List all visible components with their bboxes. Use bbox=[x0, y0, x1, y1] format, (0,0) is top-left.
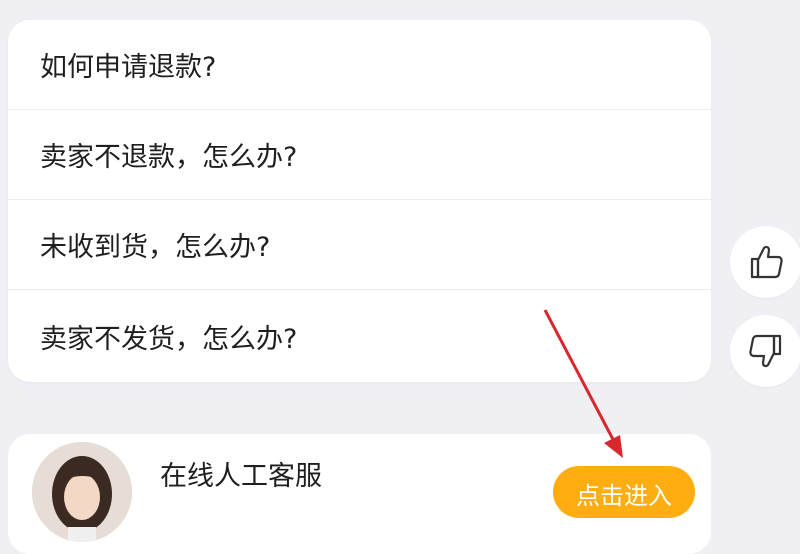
faq-item-not-shipped[interactable]: 卖家不发货，怎么办? bbox=[8, 290, 711, 382]
enter-service-button[interactable]: 点击进入 bbox=[553, 466, 695, 518]
faq-item-refund-request[interactable]: 如何申请退款? bbox=[8, 20, 711, 110]
faq-item-seller-no-refund[interactable]: 卖家不退款，怎么办? bbox=[8, 110, 711, 200]
faq-item-label: 卖家不退款，怎么办? bbox=[40, 142, 298, 173]
faq-item-label: 卖家不发货，怎么办? bbox=[40, 323, 298, 355]
like-button[interactable] bbox=[730, 226, 800, 298]
thumbs-up-icon bbox=[750, 245, 783, 279]
faq-card: 如何申请退款? 卖家不退款，怎么办? 未收到货，怎么办? 卖家不发货，怎么办? bbox=[8, 20, 711, 382]
faq-item-label: 未收到货，怎么办? bbox=[40, 232, 271, 263]
avatar bbox=[32, 442, 132, 542]
faq-item-label: 如何申请退款? bbox=[40, 52, 217, 83]
thumbs-down-icon bbox=[749, 334, 782, 368]
dislike-button[interactable] bbox=[730, 315, 800, 387]
online-service-card: 在线人工客服 点击进入 bbox=[8, 434, 711, 554]
faq-item-not-received[interactable]: 未收到货，怎么办? bbox=[8, 200, 711, 290]
service-title: 在线人工客服 bbox=[160, 461, 322, 492]
